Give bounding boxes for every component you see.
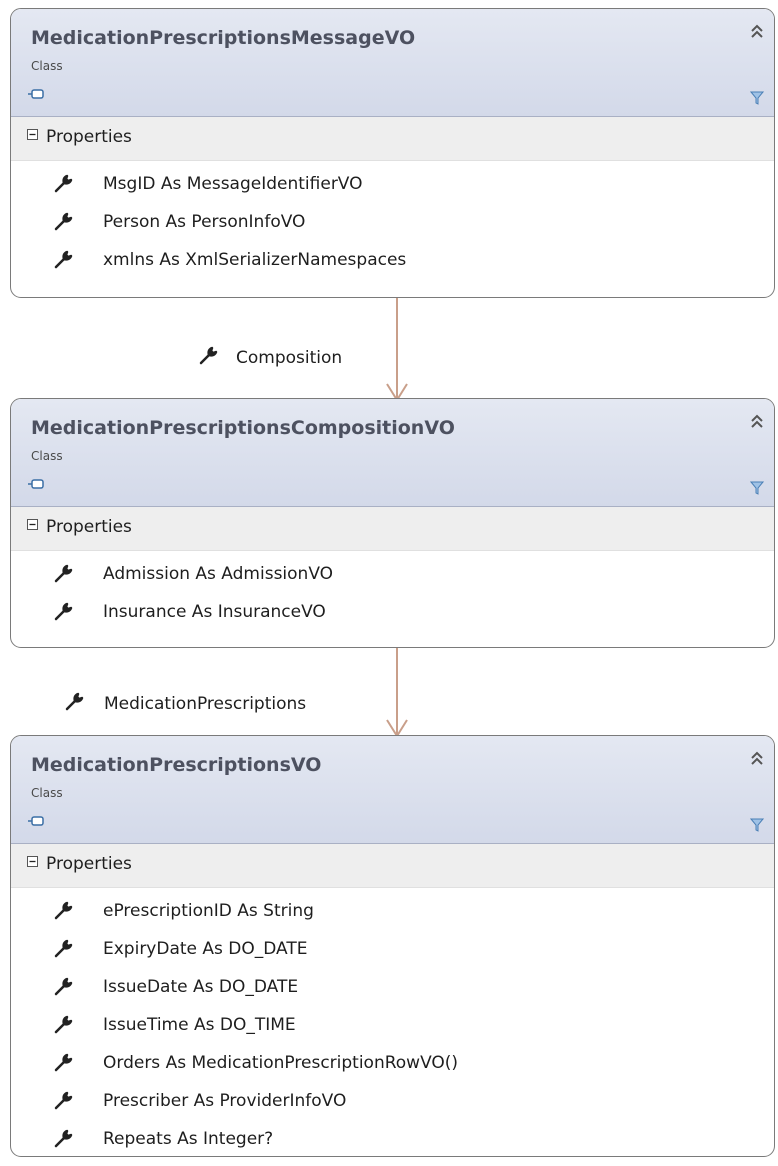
property-text: Admission As AdmissionVO — [103, 564, 334, 584]
double-chevron-up-icon[interactable] — [750, 23, 764, 39]
class-box-message[interactable]: MedicationPrescriptionsMessageVO Class P… — [10, 8, 775, 298]
property-row[interactable]: Prescriber As ProviderInfoVO — [11, 1084, 774, 1122]
class-kind: Class — [31, 786, 63, 800]
class-shape-icon — [28, 89, 44, 99]
property-text: Person As PersonInfoVO — [103, 212, 306, 232]
class-header[interactable]: MedicationPrescriptionsMessageVO Class — [11, 9, 774, 117]
association-label-composition[interactable]: Composition — [236, 348, 342, 368]
property-text: xmlns As XmlSerializerNamespaces — [103, 250, 407, 270]
wrench-icon — [54, 250, 73, 269]
class-kind: Class — [31, 59, 63, 73]
property-text: MsgID As MessageIdentifierVO — [103, 174, 363, 194]
wrench-icon — [54, 1053, 73, 1072]
property-row[interactable]: IssueDate As DO_DATE — [11, 970, 774, 1008]
wrench-icon — [65, 692, 84, 711]
wrench-icon — [54, 602, 73, 621]
association-label-medication-prescriptions[interactable]: MedicationPrescriptions — [104, 694, 306, 714]
property-text: ePrescriptionID As String — [103, 901, 314, 921]
wrench-icon — [54, 1015, 73, 1034]
properties-section-label: Properties — [46, 854, 132, 874]
wrench-icon — [54, 564, 73, 583]
filter-icon[interactable] — [750, 818, 764, 832]
property-row[interactable]: Admission As AdmissionVO — [11, 557, 774, 595]
property-text: ExpiryDate As DO_DATE — [103, 939, 308, 959]
property-row[interactable]: Insurance As InsuranceVO — [11, 595, 774, 633]
class-box-composition[interactable]: MedicationPrescriptionsCompositionVO Cla… — [10, 398, 775, 648]
properties-section-header[interactable]: Properties — [11, 507, 774, 551]
property-row[interactable]: ExpiryDate As DO_DATE — [11, 932, 774, 970]
class-name: MedicationPrescriptionsVO — [31, 754, 322, 776]
class-shape-icon — [28, 816, 44, 826]
filter-icon[interactable] — [750, 481, 764, 495]
filter-icon[interactable] — [750, 91, 764, 105]
wrench-icon — [54, 1129, 73, 1148]
wrench-icon — [54, 901, 73, 920]
wrench-icon — [199, 346, 218, 365]
class-shape-icon — [28, 479, 44, 489]
minus-box-icon[interactable] — [27, 129, 38, 140]
properties-section-label: Properties — [46, 127, 132, 147]
class-header[interactable]: MedicationPrescriptionsCompositionVO Cla… — [11, 399, 774, 507]
class-box-prescriptions[interactable]: MedicationPrescriptionsVO Class Properti… — [10, 735, 775, 1157]
property-list: Admission As AdmissionVO Insurance As In… — [11, 551, 774, 633]
property-text: Repeats As Integer? — [103, 1129, 274, 1149]
minus-box-icon[interactable] — [27, 519, 38, 530]
wrench-icon — [54, 174, 73, 193]
properties-section-header[interactable]: Properties — [11, 844, 774, 888]
class-name: MedicationPrescriptionsMessageVO — [31, 27, 416, 49]
property-row[interactable]: Person As PersonInfoVO — [11, 205, 774, 243]
property-row[interactable]: ePrescriptionID As String — [11, 894, 774, 932]
property-row[interactable]: xmlns As XmlSerializerNamespaces — [11, 243, 774, 281]
property-row[interactable]: IssueTime As DO_TIME — [11, 1008, 774, 1046]
class-kind: Class — [31, 449, 63, 463]
property-list: ePrescriptionID As String ExpiryDate As … — [11, 888, 774, 1156]
double-chevron-up-icon[interactable] — [750, 413, 764, 429]
property-row[interactable]: MsgID As MessageIdentifierVO — [11, 167, 774, 205]
property-row[interactable]: Repeats As Integer? — [11, 1122, 774, 1156]
class-name: MedicationPrescriptionsCompositionVO — [31, 417, 455, 439]
properties-section-label: Properties — [46, 517, 132, 537]
wrench-icon — [54, 939, 73, 958]
double-chevron-up-icon[interactable] — [750, 750, 764, 766]
property-text: Prescriber As ProviderInfoVO — [103, 1091, 347, 1111]
property-text: IssueTime As DO_TIME — [103, 1015, 296, 1035]
property-text: IssueDate As DO_DATE — [103, 977, 299, 997]
property-row[interactable]: Orders As MedicationPrescriptionRowVO() — [11, 1046, 774, 1084]
wrench-icon — [54, 212, 73, 231]
class-header[interactable]: MedicationPrescriptionsVO Class — [11, 736, 774, 844]
minus-box-icon[interactable] — [27, 856, 38, 867]
property-text: Orders As MedicationPrescriptionRowVO() — [103, 1053, 459, 1073]
properties-section-header[interactable]: Properties — [11, 117, 774, 161]
wrench-icon — [54, 1091, 73, 1110]
property-list: MsgID As MessageIdentifierVO Person As P… — [11, 161, 774, 281]
property-text: Insurance As InsuranceVO — [103, 602, 326, 622]
wrench-icon — [54, 977, 73, 996]
